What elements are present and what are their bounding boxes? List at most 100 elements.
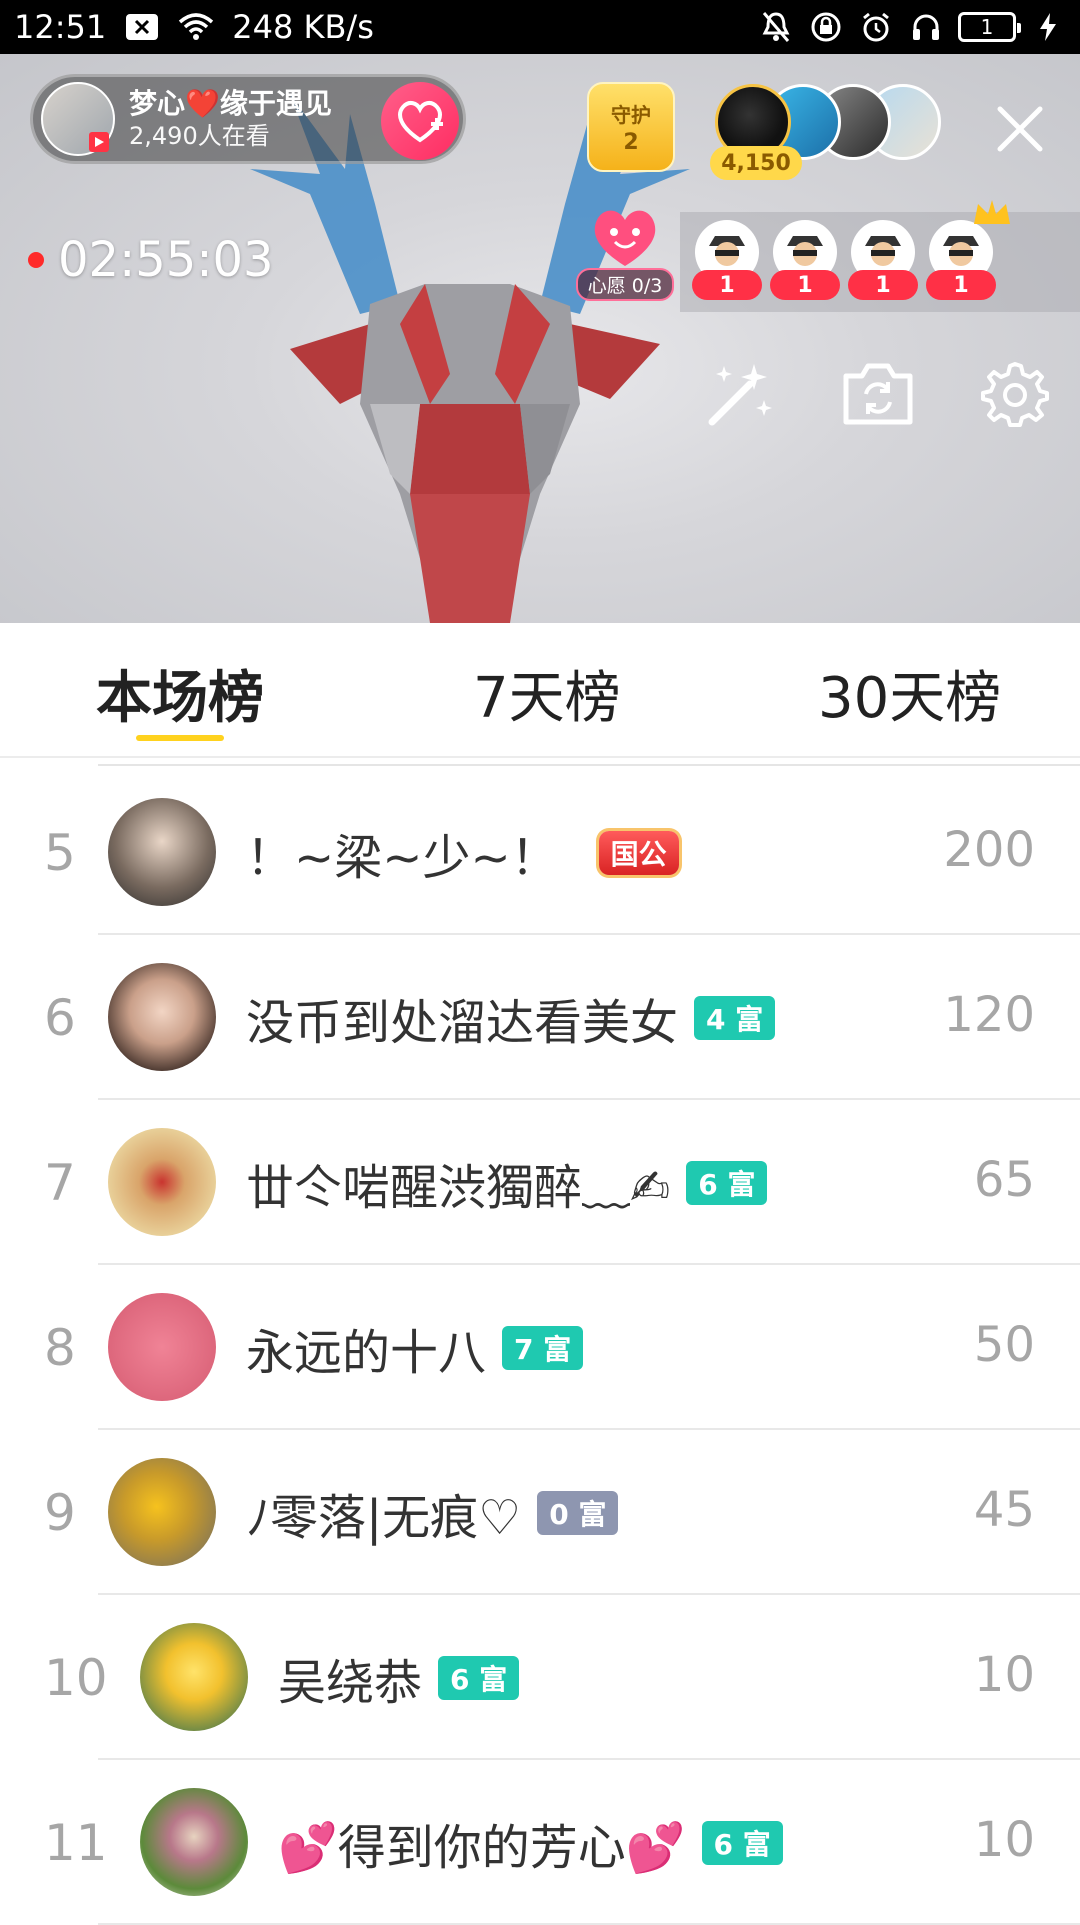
lock-rotation-icon [808, 9, 844, 45]
smiling-heart-icon [594, 210, 656, 266]
host-avatar[interactable] [41, 82, 115, 156]
notification-x-icon [124, 9, 160, 45]
audience-count-badge: 1 [692, 270, 762, 300]
wealth-level-badge: 6 富 [686, 1161, 768, 1205]
wish-button[interactable]: 心愿 0/3 [575, 204, 675, 308]
divider [98, 764, 1080, 766]
contribution-score: 10 [973, 1647, 1035, 1703]
battery-icon: 1 [958, 12, 1021, 42]
ranking-row[interactable]: 9 ﾉ零落|无痕♡ 0 富 45 [0, 1430, 1080, 1595]
ranking-tabs: 本场榜 7天榜 30天榜 [0, 623, 1080, 758]
switch-camera-icon [843, 363, 913, 425]
audience-count-badge: 1 [770, 270, 840, 300]
mute-bell-icon [758, 9, 794, 45]
ranking-row[interactable]: 6 没币到处溜达看美女 4 富 120 [0, 935, 1080, 1100]
contribution-score: 50 [973, 1317, 1035, 1373]
alarm-icon [858, 9, 894, 45]
user-name-wrap: 吴绕恭 6 富 [278, 1643, 520, 1713]
wifi-icon [178, 9, 214, 45]
tab-30-days[interactable]: 30天榜 [818, 653, 1001, 734]
audience-member[interactable]: 1 [926, 220, 996, 300]
switch-camera-button[interactable] [838, 354, 918, 434]
status-time: 12:51 [14, 8, 107, 46]
avatar[interactable] [140, 1788, 248, 1896]
crown-icon [974, 200, 1010, 224]
avatar[interactable] [108, 1128, 216, 1236]
settings-button[interactable] [975, 354, 1055, 434]
noble-badge: 国公 [598, 831, 679, 875]
host-name: 梦心❤️缘于遇见 [129, 87, 332, 120]
status-bar: 12:51 248 KB/s 1 [0, 0, 1080, 54]
ranking-row[interactable]: 8 永远的十八 7 富 50 [0, 1265, 1080, 1430]
rank-number: 6 [44, 989, 76, 1047]
live-timer: 02:55:03 [28, 232, 274, 288]
user-name: 吴绕恭 [278, 1655, 423, 1711]
heart-plus-icon [398, 100, 443, 143]
ranking-row[interactable]: 7 丗仒啱醒渋獨醉﹏✍ 6 富 65 [0, 1100, 1080, 1265]
tab-current-session[interactable]: 本场榜 [96, 653, 264, 734]
ranking-row[interactable]: 5 ！~梁~少~！ 国公 200 [0, 770, 1080, 935]
follow-button[interactable] [381, 82, 459, 160]
wish-progress-label: 心愿 0/3 [575, 268, 675, 301]
rank-number: 9 [44, 1484, 76, 1542]
ranking-row[interactable]: 10 吴绕恭 6 富 10 [0, 1595, 1080, 1760]
audience-member[interactable]: 1 [770, 220, 840, 300]
recording-dot-icon [28, 252, 44, 268]
audience-member[interactable]: 1 [692, 220, 762, 300]
wealth-level-badge: 0 富 [537, 1491, 619, 1535]
avatar[interactable] [108, 963, 216, 1071]
user-name: ！~梁~少~！ [246, 830, 559, 886]
rank-number: 10 [44, 1649, 108, 1707]
contribution-score: 10 [973, 1812, 1035, 1868]
user-name: 丗仒啱醒渋獨醉﹏✍ [246, 1160, 671, 1216]
ranking-row[interactable]: 11 💕得到你的芳心💕 6 富 10 [0, 1760, 1080, 1925]
avatar[interactable] [108, 1458, 216, 1566]
wealth-level-badge: 4 富 [694, 996, 776, 1040]
rank-number: 7 [44, 1154, 76, 1212]
host-info-pill[interactable]: 梦心❤️缘于遇见 2,490人在看 [30, 74, 466, 164]
wealth-level-badge: 6 富 [438, 1656, 520, 1700]
user-name: 没币到处溜达看美女 [246, 995, 679, 1051]
user-name-wrap: 没币到处溜达看美女 4 富 [246, 983, 776, 1053]
wealth-level-badge: 7 富 [502, 1326, 584, 1370]
gear-icon [981, 362, 1049, 427]
audience-count-badge: 1 [926, 270, 996, 300]
user-name: ﾉ零落|无痕♡ [246, 1490, 522, 1546]
headphones-icon [908, 9, 944, 45]
close-icon [997, 106, 1043, 152]
live-video-area[interactable]: 梦心❤️缘于遇见 2,490人在看 守护 2 4,150 02:55:03 心愿… [0, 54, 1080, 623]
user-name-wrap: 永远的十八 7 富 [246, 1313, 584, 1383]
rank-number: 11 [44, 1814, 108, 1872]
magic-wand-icon [708, 364, 772, 426]
user-name-wrap: ！~梁~少~！ 国公 [246, 818, 679, 888]
user-name: 💕得到你的芳心💕 [278, 1820, 686, 1876]
user-name-wrap: 丗仒啱醒渋獨醉﹏✍ 6 富 [246, 1148, 768, 1218]
contribution-score: 120 [943, 987, 1035, 1043]
contribution-coins-badge[interactable]: 4,150 [710, 146, 802, 180]
ranking-list[interactable]: 5 ！~梁~少~！ 国公 200 6 没币到处溜达看美女 4 富 120 7 丗… [0, 770, 1080, 1925]
rank-number: 8 [44, 1319, 76, 1377]
audience-member[interactable]: 1 [848, 220, 918, 300]
active-tab-indicator [136, 735, 224, 741]
guard-count: 2 [623, 130, 639, 155]
audience-strip[interactable]: 1 1 1 1 [680, 200, 1080, 312]
user-name: 永远的十八 [246, 1325, 487, 1381]
tab-7-days[interactable]: 7天榜 [473, 653, 621, 734]
guard-button[interactable]: 守护 2 [585, 82, 677, 192]
avatar[interactable] [108, 1293, 216, 1401]
charging-icon [1030, 9, 1066, 45]
user-name-wrap: 💕得到你的芳心💕 6 富 [278, 1808, 783, 1878]
avatar[interactable] [140, 1623, 248, 1731]
contribution-score: 65 [973, 1152, 1035, 1208]
guard-label: 守护 [611, 103, 651, 127]
contribution-score: 200 [943, 822, 1035, 878]
net-speed: 248 KB/s [232, 8, 374, 46]
user-name-wrap: ﾉ零落|无痕♡ 0 富 [246, 1478, 619, 1548]
wealth-level-badge: 6 富 [701, 1821, 783, 1865]
avatar[interactable] [108, 798, 216, 906]
audience-count-badge: 1 [848, 270, 918, 300]
close-button[interactable] [990, 99, 1050, 159]
contribution-score: 45 [973, 1482, 1035, 1538]
beauty-filter-button[interactable] [700, 354, 780, 434]
live-duration: 02:55:03 [58, 232, 274, 288]
